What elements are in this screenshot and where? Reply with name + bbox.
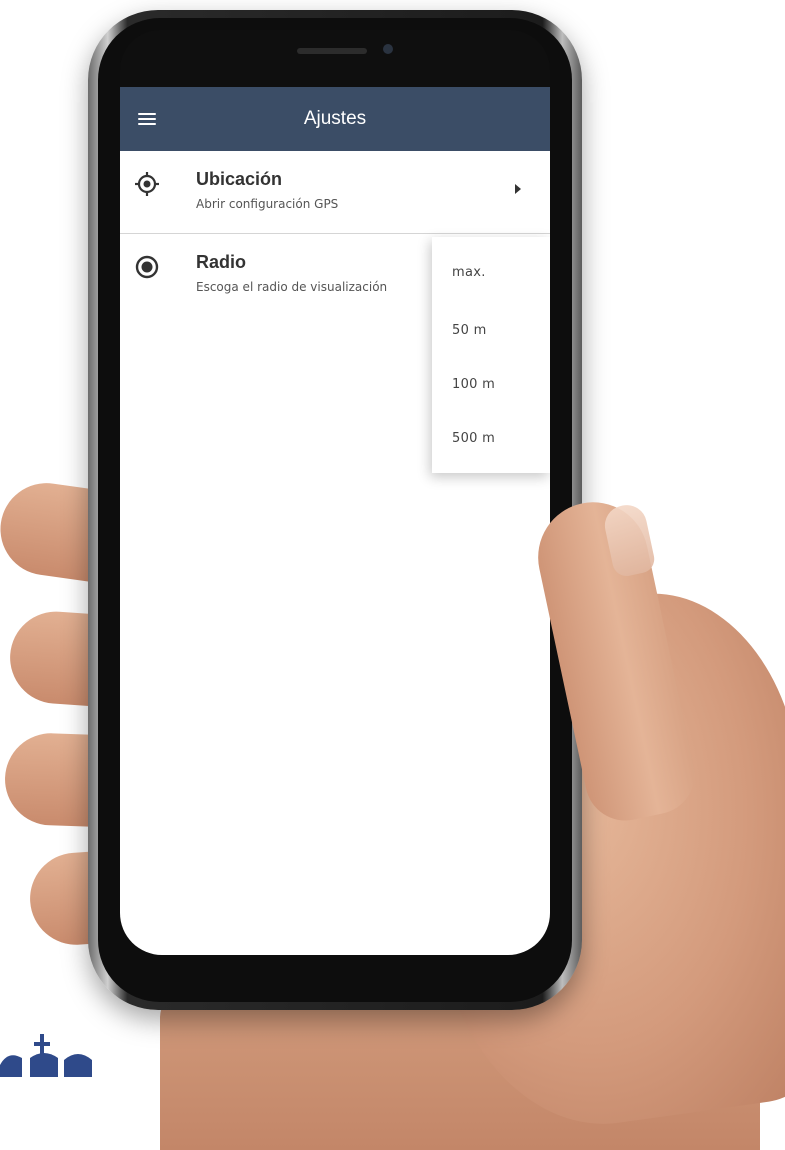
- dropdown-option-max[interactable]: max.: [452, 265, 486, 280]
- dropdown-option-100m[interactable]: 100 m: [452, 377, 495, 392]
- phone-notch: [120, 30, 550, 88]
- settings-item-ubicacion[interactable]: Ubicación Abrir configuración GPS: [120, 151, 550, 234]
- settings-item-subtitle: Abrir configuración GPS: [196, 197, 339, 211]
- dropdown-option-50m[interactable]: 50 m: [452, 323, 487, 338]
- radio-selected-icon: [135, 255, 159, 279]
- phone-speaker: [297, 48, 367, 54]
- app-bar: Ajustes: [120, 87, 550, 151]
- settings-item-subtitle: Escoga el radio de visualización: [196, 280, 388, 294]
- crest-logo-icon: [0, 1034, 92, 1077]
- app-screen: Ajustes Ubicación Abrir configuración GP…: [120, 87, 550, 955]
- settings-item-title: Ubicación: [196, 169, 283, 189]
- phone-camera: [383, 44, 393, 54]
- dropdown-option-500m[interactable]: 500 m: [452, 431, 495, 446]
- chevron-right-icon: [515, 184, 521, 194]
- settings-item-title: Radio: [196, 252, 247, 272]
- page-title: Ajustes: [303, 108, 367, 129]
- gps-crosshair-icon: [135, 172, 159, 196]
- radius-dropdown-menu: max. 50 m 100 m 500 m: [432, 237, 550, 473]
